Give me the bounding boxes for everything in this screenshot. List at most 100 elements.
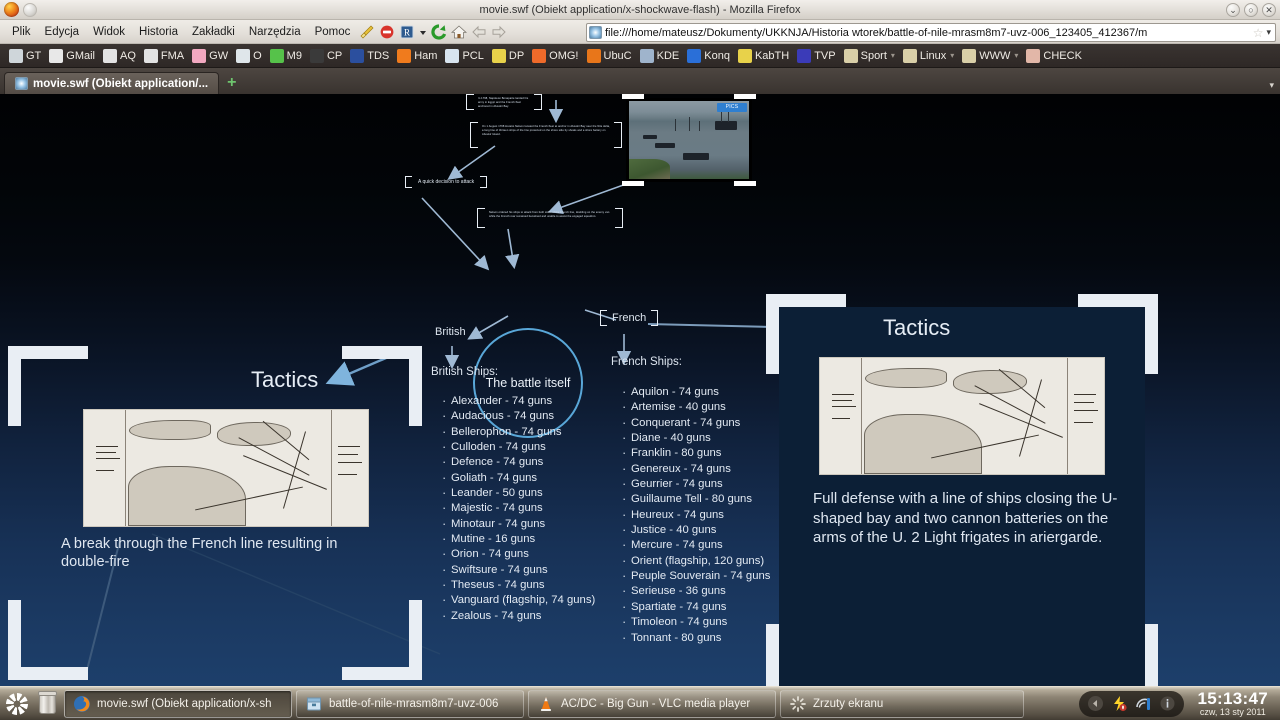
map-headland bbox=[129, 420, 211, 440]
bookmark-kabth[interactable]: KabTH bbox=[735, 48, 792, 64]
slide-right-tactics[interactable]: Tactics Full defense with a line of ship… bbox=[766, 294, 1158, 686]
bookmark-gw[interactable]: GW bbox=[189, 48, 231, 64]
bookmark-dp[interactable]: DP bbox=[489, 48, 527, 64]
broom-icon[interactable] bbox=[358, 23, 376, 41]
archive-icon bbox=[305, 695, 323, 713]
bookmark-fma[interactable]: FMA bbox=[141, 48, 187, 64]
frame-corner-tl2 bbox=[8, 346, 21, 426]
home-icon[interactable] bbox=[450, 23, 468, 41]
reload-icon[interactable] bbox=[430, 23, 448, 41]
micro-note-mid[interactable]: On 1 August 1798 Horatio Nelson located … bbox=[470, 122, 622, 148]
prezi-canvas[interactable]: In 1798, Napoleon Bonaparte landed his a… bbox=[0, 94, 1280, 686]
bookmark-sport[interactable]: Sport ▾ bbox=[841, 48, 898, 64]
menu-narzedzia[interactable]: Narzędzia bbox=[243, 24, 307, 40]
address-bar-text[interactable]: file:///home/mateusz/Dokumenty/UKKNJA/Hi… bbox=[605, 27, 1250, 39]
menu-widok[interactable]: Widok bbox=[87, 24, 131, 40]
frame-corner-tr2 bbox=[409, 346, 422, 426]
trash-icon[interactable] bbox=[34, 690, 60, 717]
window-controls[interactable]: ⌄ ○ ✕ bbox=[1226, 3, 1276, 17]
clock[interactable]: 15:13:47 czw, 13 sty 2011 bbox=[1188, 690, 1276, 718]
photo-boat bbox=[655, 143, 675, 148]
bookmark-aq[interactable]: AQ bbox=[100, 48, 139, 64]
address-dropdown-icon[interactable]: ▾ bbox=[1266, 27, 1273, 38]
bookmark-label: WWW bbox=[979, 49, 1011, 62]
menu-zakladki[interactable]: Zakładki bbox=[186, 24, 241, 40]
adblock-icon[interactable] bbox=[378, 23, 396, 41]
bookmark-tds[interactable]: TDS bbox=[347, 48, 392, 64]
taskbar-item-1[interactable]: movie.swf (Obiekt application/x-sh bbox=[64, 689, 292, 718]
bookmark-pcl[interactable]: PCL bbox=[442, 48, 486, 64]
photo-corner-tr bbox=[734, 94, 756, 99]
menu-historia[interactable]: Historia bbox=[133, 24, 184, 40]
taskbar-item-3[interactable]: AC/DC - Big Gun - VLC media player bbox=[528, 689, 776, 718]
minimize-button[interactable]: ⌄ bbox=[1226, 3, 1240, 17]
photo-shoreline bbox=[629, 158, 670, 179]
network-icon[interactable] bbox=[1135, 695, 1152, 712]
bookmark-label: GMail bbox=[66, 49, 96, 62]
branch-label-french[interactable]: French bbox=[600, 310, 659, 326]
new-tab-button[interactable]: + bbox=[219, 74, 244, 94]
forward-icon[interactable] bbox=[490, 23, 508, 41]
micro-note-low[interactable]: Nelson ordered his ships to attack from … bbox=[477, 208, 623, 228]
menu-edycja[interactable]: Edycja bbox=[39, 24, 86, 40]
french-ship-item: Spartiate - 74 guns bbox=[620, 599, 770, 615]
bookmark-gmail[interactable]: GMail bbox=[46, 48, 98, 64]
bookmark-omg-[interactable]: OMG! bbox=[529, 48, 581, 64]
gear-icon[interactable] bbox=[4, 691, 30, 717]
bookmark-tvp[interactable]: TVP bbox=[794, 48, 838, 64]
map-ink-line bbox=[979, 403, 1063, 438]
french-ships-heading: French Ships: bbox=[611, 356, 682, 368]
bookmark-folder-caret-icon[interactable]: ▾ bbox=[950, 51, 954, 60]
power-icon[interactable] bbox=[1111, 695, 1128, 712]
slide-left-caption: A break through the French line resultin… bbox=[61, 536, 338, 571]
bookmark-konq[interactable]: Konq bbox=[684, 48, 733, 64]
bookmark-m9[interactable]: M9 bbox=[267, 48, 305, 64]
taskbar-item-4[interactable]: Zrzuty ekranu bbox=[780, 689, 1024, 718]
bracket-right bbox=[534, 94, 542, 110]
readability-icon[interactable]: R bbox=[398, 23, 416, 41]
dropdown-caret-icon[interactable] bbox=[418, 23, 428, 41]
bookmark-favicon-icon bbox=[1026, 48, 1041, 63]
bookmark-ubuc[interactable]: UbuC bbox=[584, 48, 635, 64]
bookmark-folder-caret-icon[interactable]: ▾ bbox=[1014, 51, 1018, 60]
bookmark-favicon-icon bbox=[797, 48, 812, 63]
bookmark-kde[interactable]: KDE bbox=[637, 48, 683, 64]
french-ship-item: Peuple Souverain - 74 guns bbox=[620, 568, 770, 584]
taskbar-item-2[interactable]: battle-of-nile-mrasm8m7-uvz-006 bbox=[296, 689, 524, 718]
british-ship-item: Orion - 74 guns bbox=[440, 546, 595, 562]
slide-left-tactics[interactable]: Tactics A break through the French line … bbox=[8, 346, 422, 680]
back-icon[interactable] bbox=[470, 23, 488, 41]
british-ship-item: Majestic - 74 guns bbox=[440, 500, 595, 516]
branch-label-british[interactable]: British bbox=[435, 326, 466, 338]
bookmark-favicon-icon bbox=[49, 48, 64, 63]
info-icon[interactable] bbox=[1159, 695, 1176, 712]
british-ship-item: Vanguard (flagship, 74 guns) bbox=[440, 592, 595, 608]
bookmark-check[interactable]: CHECK bbox=[1023, 48, 1085, 64]
battle-photo[interactable]: PICS bbox=[622, 94, 756, 186]
address-bar[interactable]: file:///home/mateusz/Dokumenty/UKKNJA/Hi… bbox=[586, 23, 1276, 42]
tab-movie-swf[interactable]: movie.swf (Obiekt application/... bbox=[4, 72, 220, 94]
bracket-left bbox=[470, 122, 478, 148]
bookmark-gt[interactable]: GT bbox=[6, 48, 44, 64]
tab-list-caret-icon[interactable]: ▾ bbox=[1269, 80, 1274, 91]
bookmark-www[interactable]: WWW ▾ bbox=[959, 48, 1021, 64]
taskbar-item-label: battle-of-nile-mrasm8m7-uvz-006 bbox=[329, 697, 499, 710]
bookmark-cp[interactable]: CP bbox=[307, 48, 345, 64]
quick-decision-note[interactable]: A quick decision to attack bbox=[405, 176, 488, 188]
map-legend-line bbox=[96, 470, 114, 471]
maximize-button[interactable]: ○ bbox=[1244, 3, 1258, 17]
bookmark-folder-caret-icon[interactable]: ▾ bbox=[891, 51, 895, 60]
bracket-right bbox=[651, 310, 659, 326]
photo-corner-tl bbox=[622, 94, 644, 99]
bookmark-star-icon[interactable]: ☆ bbox=[1253, 26, 1264, 40]
bracket-left bbox=[600, 310, 607, 326]
bookmark-linux[interactable]: Linux ▾ bbox=[900, 48, 957, 64]
micro-note-top[interactable]: In 1798, Napoleon Bonaparte landed his a… bbox=[466, 94, 542, 110]
menu-pomoc[interactable]: Pomoc bbox=[309, 24, 357, 40]
slide-right-body: Tactics Full defense with a line of ship… bbox=[779, 307, 1145, 686]
menu-plik[interactable]: Plik bbox=[6, 24, 37, 40]
bookmark-o[interactable]: O bbox=[233, 48, 265, 64]
close-button[interactable]: ✕ bbox=[1262, 3, 1276, 17]
tray-expand-icon[interactable] bbox=[1087, 695, 1104, 712]
bookmark-ham[interactable]: Ham bbox=[394, 48, 440, 64]
